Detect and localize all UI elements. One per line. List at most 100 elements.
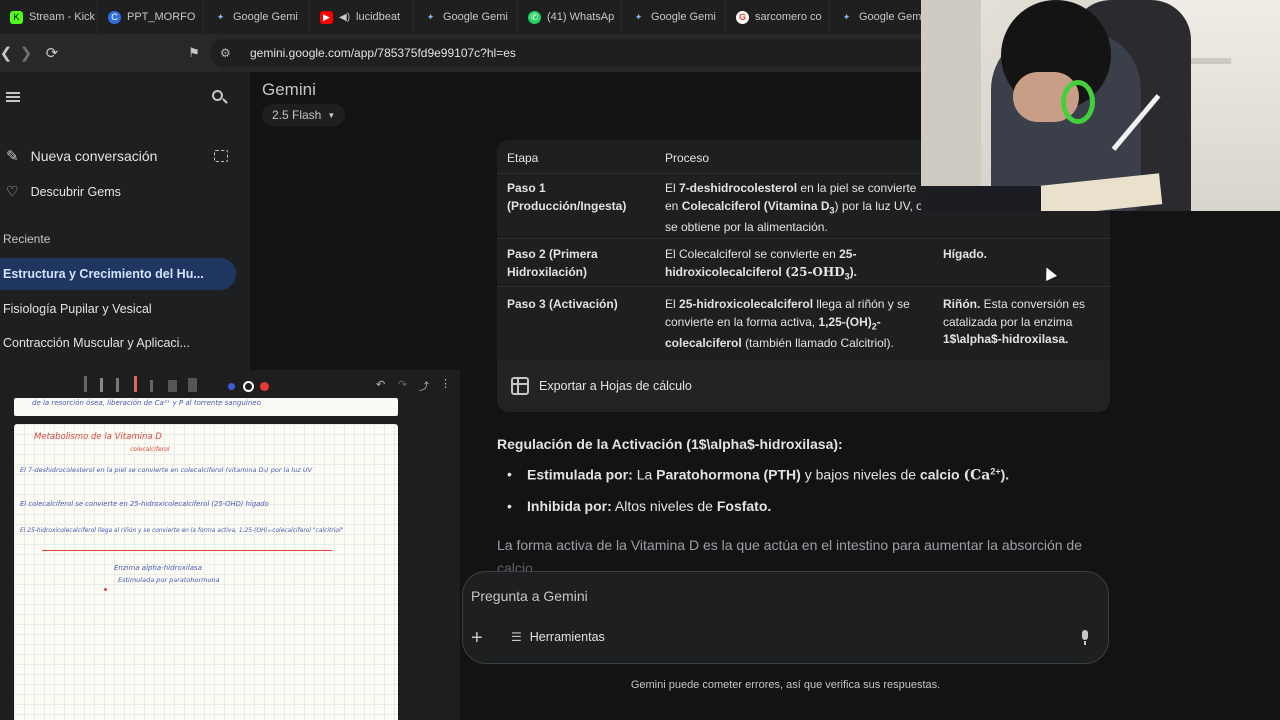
model-label: 2.5 Flash (272, 108, 322, 122)
prompt-input[interactable]: Pregunta a Gemini (471, 588, 588, 604)
red-underline (42, 550, 332, 551)
url-field[interactable]: ⚙ gemini.google.com/app/785375fd9e99107c… (210, 39, 930, 67)
tab-label: (41) WhatsAp (547, 11, 615, 23)
webcam-overlay (921, 0, 1280, 211)
tools-icon: ☰ (511, 630, 522, 644)
reload-button[interactable]: ⟳ (40, 41, 64, 65)
export-to-sheets-button[interactable]: Exportar a Hojas de cálculo (497, 360, 1110, 412)
new-chat-label: Nueva conversación (30, 148, 158, 164)
handwriting-line: Enzima alpha-hidroxilasa (114, 564, 202, 572)
table-cell-location: Riñón. Esta conversión es catalizada por… (943, 297, 1086, 346)
model-selector[interactable]: 2.5 Flash ▼ (262, 104, 346, 126)
response-paragraph: calcio (497, 560, 533, 571)
redo-icon[interactable]: ↷ (398, 378, 407, 391)
forward-button[interactable]: ❯ (14, 41, 38, 65)
prompt-box[interactable]: Pregunta a Gemini + ☰ Herramientas (462, 571, 1109, 664)
browser-tab[interactable]: ▶ ◀) lucidbeat (310, 0, 414, 34)
whatsapp-icon: ✆ (528, 10, 541, 24)
google-icon: G (736, 10, 749, 24)
url-text: gemini.google.com/app/785375fd9e99107c?h… (250, 46, 516, 60)
canva-icon: C (108, 10, 121, 24)
handwriting-line: El colecalciferol se convierte en 25-hid… (20, 500, 269, 508)
bookmark-icon[interactable]: ⚑ (182, 41, 206, 65)
browser-tab[interactable]: ✆ (41) WhatsAp (518, 0, 622, 34)
discover-gems-button[interactable]: ♡ Descubrir Gems (6, 183, 121, 200)
undo-icon[interactable]: ↶ (376, 378, 385, 391)
notes-app-panel: ↶ ↷ ⤴ ⋮ de la resorción ósea, liberación… (0, 370, 460, 720)
red-dot (104, 588, 107, 591)
browser-tab[interactable]: G sarcomero co (726, 0, 830, 34)
handwriting-line: El 7-deshidrocolesterol en la piel se co… (20, 466, 313, 474)
edit-icon: ✎ (6, 148, 19, 165)
response-paragraph: La forma activa de la Vitamina D es la q… (497, 537, 1082, 553)
table-cell-process: El Colecalciferol se convierte en 25-hid… (665, 247, 857, 281)
browser-tab[interactable]: C PPT_MORFO (98, 0, 204, 34)
gemini-icon: ✦ (216, 11, 225, 22)
gemini-sidebar: ✎ Nueva conversación ♡ Descubrir Gems Re… (0, 72, 250, 370)
microphone-icon[interactable] (1079, 630, 1091, 646)
table-cell-process: El 25-hidroxicolecalciferol llega al riñ… (665, 297, 910, 351)
tab-label: PPT_MORFO (127, 11, 196, 23)
browser-tab[interactable]: ✦ Google Gemi (622, 0, 726, 34)
red-color-swatch[interactable] (260, 382, 269, 391)
gemini-icon: ✦ (634, 11, 643, 22)
sheets-icon (511, 377, 529, 395)
table-cell-stage: Paso 1 (Producción/Ingesta) (507, 181, 627, 213)
handwriting-line: de la resorción ósea, liberación de Ca²⁺… (32, 399, 261, 407)
table-cell-stage: Paso 3 (Activación) (507, 297, 618, 311)
tools-label: Herramientas (529, 630, 605, 644)
more-icon[interactable]: ⋮ (440, 377, 451, 390)
recent-heading: Reciente (3, 232, 51, 246)
temporary-chat-icon[interactable] (214, 150, 228, 162)
table-cell-process: El 7-deshidrocolesterol en la piel se co… (665, 181, 923, 235)
row-divider (497, 286, 1110, 287)
list-item: Inhibida por: Altos niveles de Fosfato. (507, 498, 771, 514)
browser-tab[interactable]: ✦ Google Gemi (414, 0, 518, 34)
youtube-icon: ▶ (320, 10, 333, 24)
table-header: Etapa (507, 151, 539, 165)
new-chat-button[interactable]: ✎ Nueva conversación (6, 147, 157, 165)
tab-label: Google Gemi (233, 11, 298, 23)
site-settings-icon[interactable]: ⚙ (220, 46, 236, 60)
handwriting-line: El 25-hidroxicolecalciferol llega al riñ… (20, 528, 344, 534)
browser-tab[interactable]: K Stream - Kick (0, 0, 98, 34)
gemini-icon: ✦ (426, 11, 435, 22)
tab-label: Google Gemi (443, 11, 508, 23)
previous-page: de la resorción ósea, liberación de Ca²⁺… (14, 398, 398, 416)
gemini-title: Gemini (262, 80, 316, 99)
recent-chat-item[interactable]: Estructura y Crecimiento del Hu... (0, 258, 236, 290)
white-color-swatch[interactable] (243, 381, 254, 392)
kick-icon: K (10, 10, 23, 24)
tab-label: sarcomero co (755, 11, 822, 23)
table-cell-location: Hígado. (943, 247, 987, 261)
table-cell-stage: Paso 2 (Primera Hidroxilación) (507, 247, 598, 279)
section-heading: Regulación de la Activación (1$\alpha$-h… (497, 436, 843, 452)
gemini-icon: ✦ (842, 11, 851, 22)
tab-label: Google Gemi (651, 11, 716, 23)
screen: K Stream - Kick C PPT_MORFO ✦ Google Gem… (0, 0, 1280, 720)
add-icon[interactable]: + (471, 628, 483, 648)
recent-chat-item[interactable]: Contracción Muscular y Aplicaci... (0, 327, 236, 359)
list-item: Estimulada por: La Paratohormona (PTH) y… (507, 466, 1009, 484)
tab-label: Stream - Kick (29, 11, 96, 23)
handwriting-title: Metabolismo de la Vitamina D (34, 432, 162, 442)
export-label: Exportar a Hojas de cálculo (539, 379, 692, 393)
note-page[interactable]: Metabolismo de la Vitamina D colecalcife… (14, 424, 398, 720)
menu-icon[interactable] (6, 92, 20, 102)
recent-chat-item[interactable]: Fisiología Pupilar y Vesical (0, 293, 236, 325)
notes-toolbar: ↶ ↷ ⤴ ⋮ (0, 370, 460, 400)
table-header: Proceso (665, 151, 710, 165)
tab-label: Google Gemi (859, 11, 924, 23)
share-icon[interactable]: ⤴ (419, 378, 429, 393)
pen-tools[interactable] (84, 376, 214, 394)
browser-tab[interactable]: ✦ Google Gemi (830, 0, 926, 34)
browser-tab[interactable]: ✦ Google Gemi (204, 0, 310, 34)
handwriting-line: Estimulada por paratohormona (118, 576, 220, 584)
tools-button[interactable]: ☰ Herramientas (511, 630, 605, 644)
audio-icon: ◀) (339, 11, 351, 23)
chevron-down-icon: ▼ (327, 110, 336, 120)
blue-color-swatch[interactable] (228, 383, 235, 390)
search-icon[interactable] (212, 90, 228, 104)
gem-icon: ♡ (6, 183, 19, 199)
disclaimer-text: Gemini puede cometer errores, así que ve… (630, 679, 941, 691)
